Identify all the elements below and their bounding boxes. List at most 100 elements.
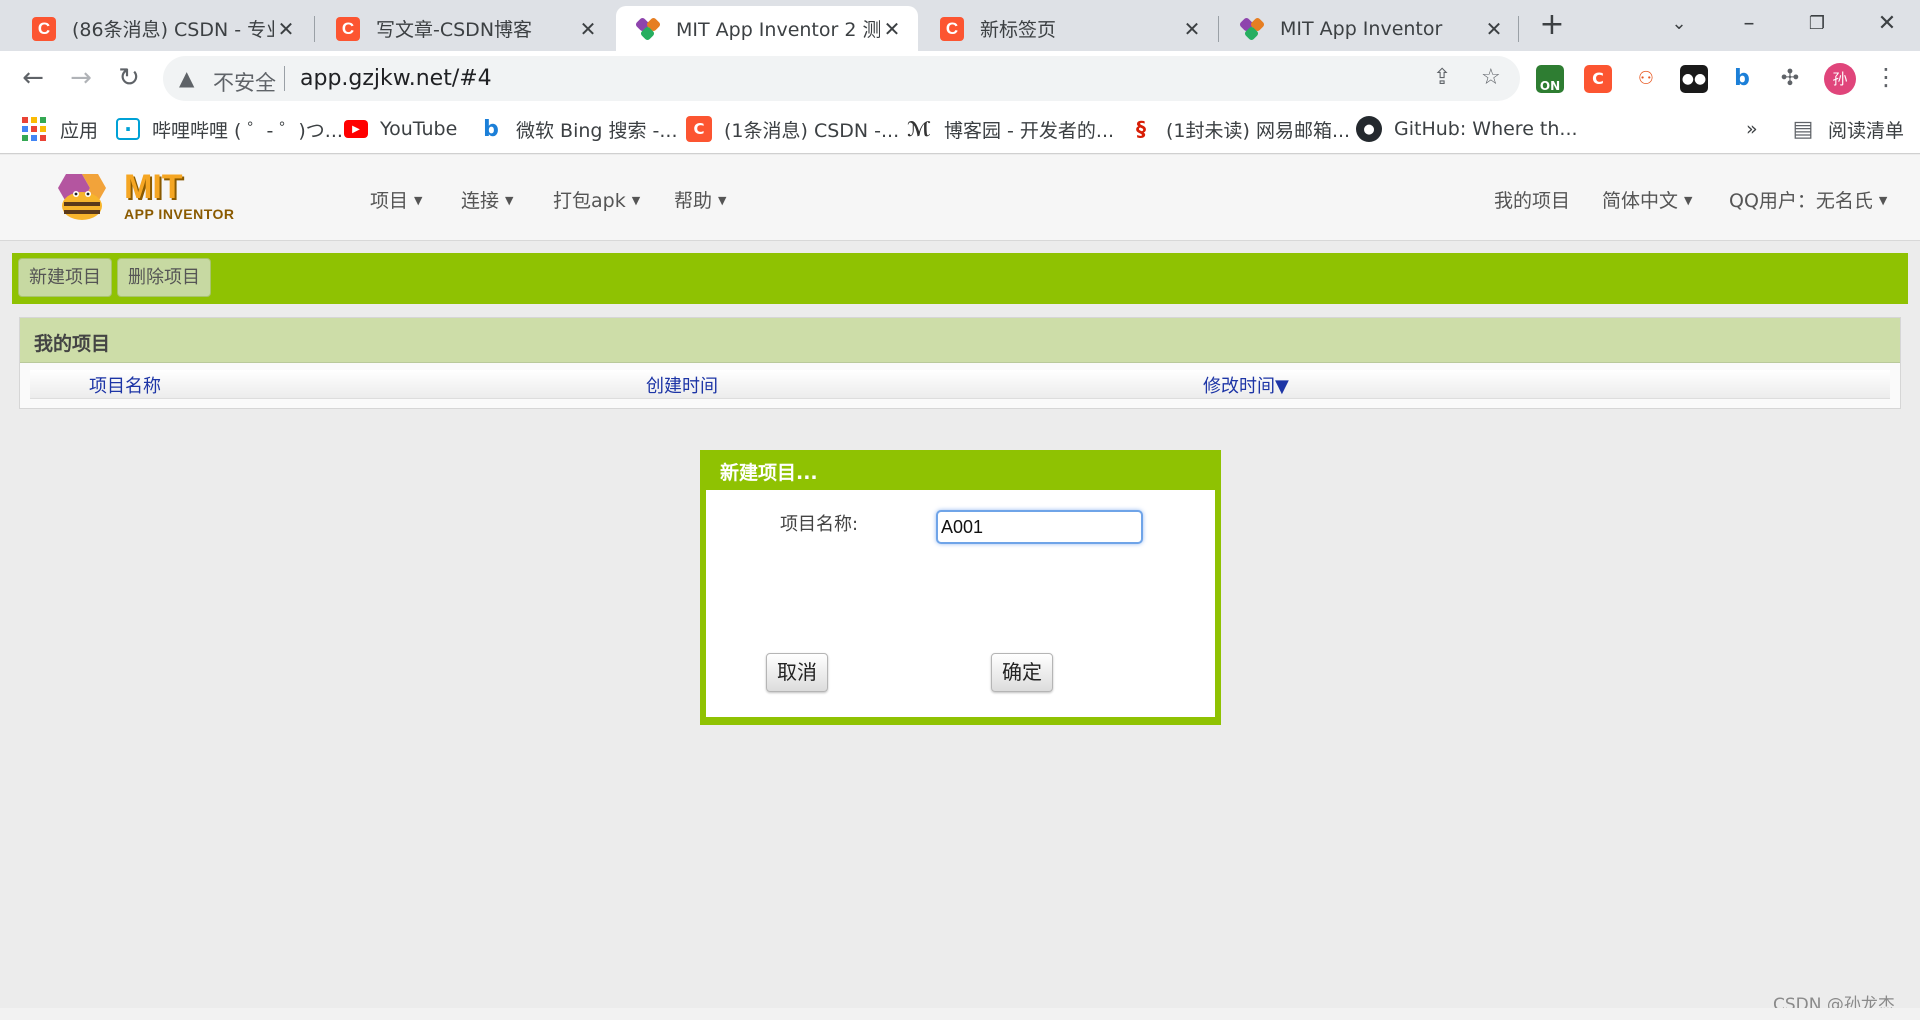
caret-down-icon: ▼ xyxy=(505,194,514,207)
bookmark-csdn[interactable]: C (1条消息) CSDN -... xyxy=(686,114,899,144)
app-inventor-logo[interactable]: MIT APP INVENTOR xyxy=(52,168,242,228)
apps-grid-icon xyxy=(22,117,46,141)
tab-csdn-write[interactable]: C 写文章-CSDN博客 ✕ xyxy=(316,6,614,51)
reading-list-icon: ▤ xyxy=(1790,116,1816,142)
menu-help[interactable]: 帮助 ▼ xyxy=(674,186,726,213)
bing-extension-icon[interactable]: b xyxy=(1728,65,1756,93)
extensions-puzzle-icon[interactable]: ✣ xyxy=(1776,65,1804,93)
close-icon[interactable]: ✕ xyxy=(274,17,298,41)
bookmarks-bar: 应用 · 哔哩哔哩 ( ゜- ゜)つ... ▶ YouTube b 微软 Bin… xyxy=(0,106,1920,154)
bookmark-label: GitHub: Where th... xyxy=(1394,118,1578,140)
menu-build-apk[interactable]: 打包apk ▼ xyxy=(553,186,640,213)
tab-separator xyxy=(1218,16,1219,42)
tab-app-inventor-test[interactable]: MIT App Inventor 2 测试 ✕ xyxy=(616,6,918,51)
address-bar[interactable]: ▲ 不安全 app.gzjkw.net/#4 ⇪ ☆ xyxy=(163,56,1520,101)
sitemap-extension-icon[interactable]: ⚇ xyxy=(1632,65,1660,93)
share-icon[interactable]: ⇪ xyxy=(1433,65,1451,90)
bookmark-star-icon[interactable]: ☆ xyxy=(1481,65,1501,90)
restore-button[interactable]: ❐ xyxy=(1786,4,1848,44)
github-icon: ● xyxy=(1356,116,1382,142)
caret-down-icon: ▼ xyxy=(1878,194,1888,207)
menu-label: 打包apk xyxy=(553,190,626,212)
back-button[interactable]: ← xyxy=(14,59,52,97)
window-close-button[interactable]: ✕ xyxy=(1856,4,1918,44)
my-projects-link[interactable]: 我的项目 xyxy=(1494,186,1570,213)
tab-title: (86条消息) CSDN - 专业开 xyxy=(72,19,274,41)
csdn-extension-icon[interactable]: C xyxy=(1584,65,1612,93)
extension-on-icon[interactable]: ON xyxy=(1536,65,1564,93)
close-icon[interactable]: ✕ xyxy=(1482,17,1506,41)
app-inventor-icon xyxy=(634,16,662,41)
new-tab-button[interactable]: + xyxy=(1534,8,1570,44)
bottom-strip xyxy=(0,1008,1920,1020)
menu-label: QQ用户：无名氏 xyxy=(1729,190,1873,212)
reload-button[interactable]: ↻ xyxy=(110,59,148,97)
project-name-input[interactable] xyxy=(936,510,1143,544)
bookmark-label: 微软 Bing 搜索 -... xyxy=(516,119,678,142)
reading-list-label: 阅读清单 xyxy=(1828,119,1905,142)
bookmark-label: (1封未读) 网易邮箱... xyxy=(1166,119,1351,142)
tab-separator xyxy=(1518,16,1519,42)
app-header: MIT APP INVENTOR 项目 ▼ 连接 ▼ 打包apk ▼ 帮助 ▼ 我的项目… xyxy=(0,155,1920,241)
warning-icon[interactable]: ▲ xyxy=(179,66,194,90)
menu-label: 帮助 xyxy=(674,190,713,212)
app-inventor-icon xyxy=(1238,16,1266,41)
menu-project[interactable]: 项目 ▼ xyxy=(370,186,422,213)
menu-connect[interactable]: 连接 ▼ xyxy=(461,186,513,213)
caret-down-icon: ▼ xyxy=(718,194,727,207)
url-text[interactable]: app.gzjkw.net/#4 xyxy=(300,66,492,91)
project-list-header: 我的项目 xyxy=(20,318,1900,363)
delete-project-button[interactable]: 删除项目 xyxy=(117,258,211,297)
cancel-button[interactable]: 取消 xyxy=(766,653,828,692)
bookmark-cnblogs[interactable]: ℳ 博客园 - 开发者的... xyxy=(906,114,1114,144)
column-project-name[interactable]: 项目名称 xyxy=(89,372,161,398)
project-name-label: 项目名称: xyxy=(780,514,859,535)
bookmark-github[interactable]: ● GitHub: Where th... xyxy=(1356,114,1578,144)
browser-toolbar: ← → ↻ ▲ 不安全 app.gzjkw.net/#4 ⇪ ☆ ON C ⚇ … xyxy=(0,51,1920,106)
bookmark-bing[interactable]: b 微软 Bing 搜索 -... xyxy=(478,114,678,144)
tab-title: 写文章-CSDN博客 xyxy=(376,19,533,41)
bookmark-apps[interactable]: 应用 xyxy=(22,114,98,144)
csdn-icon: C xyxy=(336,16,360,41)
security-label[interactable]: 不安全 xyxy=(213,67,276,97)
column-modified-time[interactable]: 修改时间▼ xyxy=(1203,372,1289,398)
reading-list-button[interactable]: ▤ 阅读清单 xyxy=(1790,114,1904,144)
close-icon[interactable]: ✕ xyxy=(1180,17,1204,41)
menu-label: 连接 xyxy=(461,190,500,212)
forward-button[interactable]: → xyxy=(62,59,100,97)
column-created-time[interactable]: 创建时间 xyxy=(646,372,718,398)
menu-label: 简体中文 xyxy=(1602,190,1679,212)
bookmark-netease-mail[interactable]: § (1封未读) 网易邮箱... xyxy=(1128,114,1350,144)
dialog-body: 项目名称: 取消 确定 xyxy=(706,490,1215,717)
tab-title: MIT App Inventor xyxy=(1280,17,1443,40)
csdn-icon: C xyxy=(686,116,712,142)
tab-separator xyxy=(314,16,315,42)
close-icon[interactable]: ✕ xyxy=(576,17,600,41)
bing-icon: b xyxy=(478,116,504,142)
caret-down-icon: ▼ xyxy=(1684,194,1693,207)
netease-mail-icon: § xyxy=(1128,116,1154,142)
bookmark-label: 博客园 - 开发者的... xyxy=(944,119,1115,142)
browser-tab-strip: C (86条消息) CSDN - 专业开 ✕ C 写文章-CSDN博客 ✕ MI… xyxy=(0,0,1920,51)
profile-avatar[interactable]: 孙 xyxy=(1824,63,1856,95)
tab-app-inventor[interactable]: MIT App Inventor ✕ xyxy=(1220,6,1520,51)
youtube-icon: ▶ xyxy=(344,120,368,138)
tab-new-tab[interactable]: C 新标签页 ✕ xyxy=(920,6,1218,51)
minimize-button[interactable]: – xyxy=(1718,4,1780,44)
bookmark-bilibili[interactable]: · 哔哩哔哩 ( ゜- ゜)つ... xyxy=(116,114,343,144)
close-icon[interactable]: ✕ xyxy=(880,17,904,41)
project-list-title: 我的项目 xyxy=(34,333,111,355)
bookmark-youtube[interactable]: ▶ YouTube xyxy=(344,114,457,144)
tampermonkey-icon[interactable]: ●● xyxy=(1680,65,1708,93)
tab-csdn-messages[interactable]: C (86条消息) CSDN - 专业开 ✕ xyxy=(12,6,312,51)
divider xyxy=(284,66,285,91)
new-project-button[interactable]: 新建项目 xyxy=(18,258,112,297)
confirm-button[interactable]: 确定 xyxy=(991,653,1053,692)
csdn-icon: C xyxy=(32,16,56,41)
user-menu[interactable]: QQ用户：无名氏 ▼ xyxy=(1729,186,1887,213)
language-menu[interactable]: 简体中文 ▼ xyxy=(1602,186,1692,213)
tab-search-chevron-icon[interactable]: ⌄ xyxy=(1648,4,1710,44)
bookmarks-overflow-button[interactable]: » xyxy=(1746,114,1758,144)
more-menu-icon[interactable]: ⋮ xyxy=(1874,63,1898,91)
bookmark-label: 应用 xyxy=(60,119,99,142)
